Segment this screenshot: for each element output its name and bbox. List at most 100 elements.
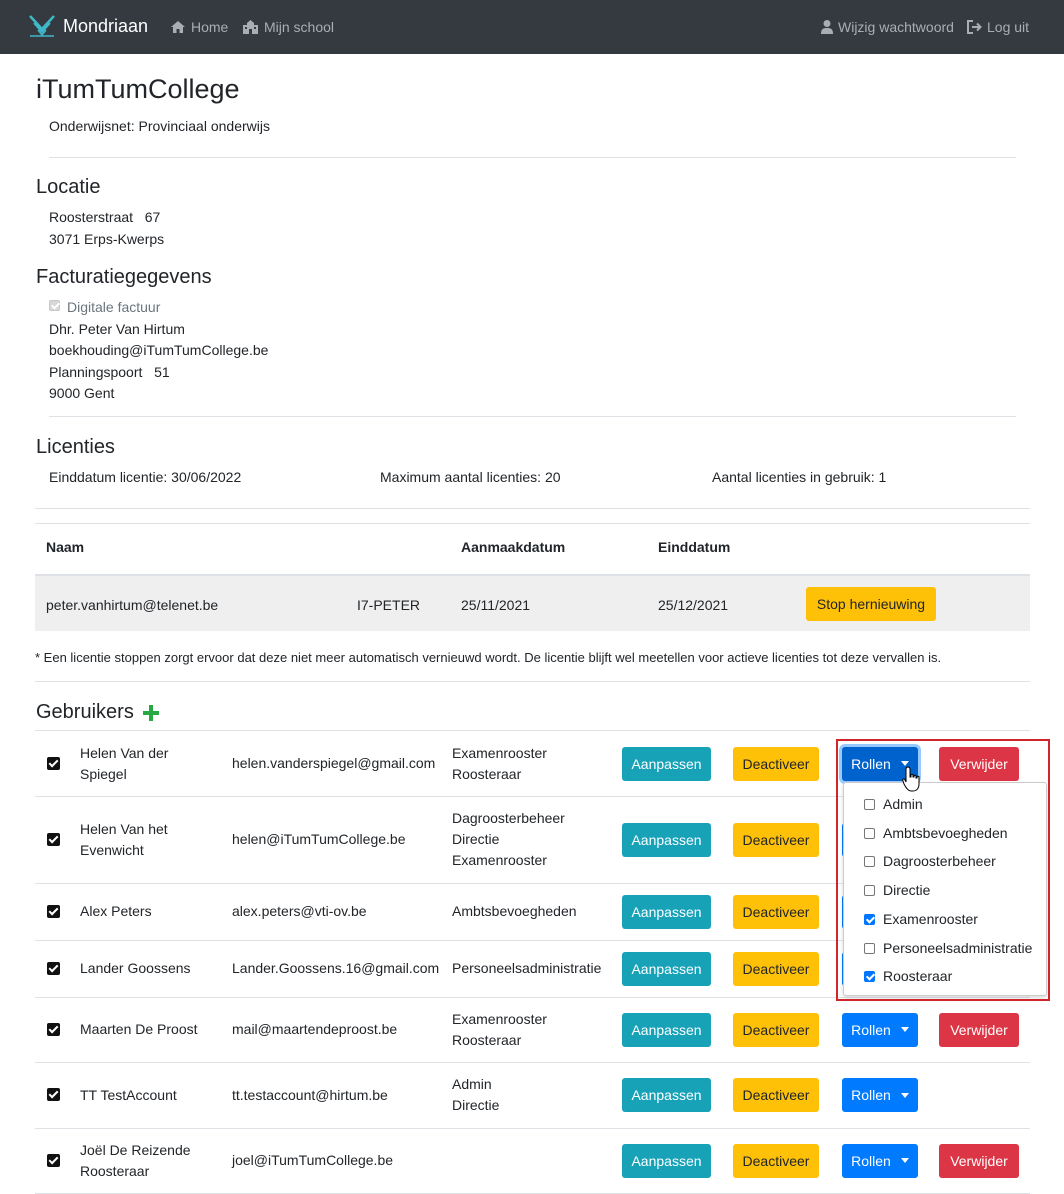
table-top-border bbox=[35, 523, 1030, 524]
user-role: Directie bbox=[452, 1097, 500, 1113]
roles-button-label: Rollen bbox=[851, 1152, 891, 1169]
user-email: mail@maartendeproost.be bbox=[232, 1021, 398, 1037]
licenses-heading: Licenties bbox=[36, 436, 115, 458]
user-name-line: Alex Peters bbox=[80, 903, 152, 919]
home-icon bbox=[171, 21, 185, 33]
digital-invoice-label: Digitale factuur bbox=[67, 299, 161, 315]
col-header-name: Naam bbox=[46, 539, 85, 555]
user-email: tt.testaccount@hirtum.be bbox=[232, 1086, 388, 1103]
license-max: Maximum aantal licenties: 20 bbox=[380, 469, 561, 485]
location-street-number: 67 bbox=[144, 209, 161, 225]
sign-out-icon bbox=[967, 20, 982, 34]
delete-user-button[interactable]: Verwijder bbox=[939, 1012, 1019, 1047]
divider bbox=[35, 681, 1030, 682]
row-divider bbox=[35, 1062, 1030, 1063]
user-email: helen@iTumTumCollege.be bbox=[232, 831, 406, 847]
edit-user-button[interactable]: Aanpassen bbox=[622, 1078, 711, 1112]
brand-name[interactable]: Mondriaan bbox=[63, 16, 148, 37]
user-select-checkbox[interactable] bbox=[47, 1088, 60, 1101]
divider bbox=[35, 730, 1030, 731]
add-user-plus-icon[interactable] bbox=[143, 705, 159, 721]
user-role: Directie bbox=[452, 831, 500, 847]
billing-street-name: Planningspoort bbox=[49, 364, 143, 380]
delete-user-button[interactable]: Verwijder bbox=[939, 1143, 1019, 1178]
billing-street-number: 51 bbox=[154, 364, 170, 380]
roles-button-label: Rollen bbox=[851, 1087, 891, 1103]
user-role: Personeelsadministratie bbox=[452, 960, 602, 976]
billing-email: boekhouding@iTumTumCollege.be bbox=[49, 342, 269, 358]
location-heading: Locatie bbox=[36, 176, 101, 198]
user-role: Admin bbox=[452, 1076, 492, 1092]
license-footnote: * Een licentie stoppen zorgt ervoor dat … bbox=[35, 650, 942, 665]
nav-change-password[interactable]: Wijzig wachtwoord bbox=[821, 19, 954, 35]
billing-contact: Dhr. Peter Van Hirtum bbox=[49, 321, 185, 337]
license-email: peter.vanhirtum@telenet.be bbox=[46, 597, 219, 613]
user-role: Examenrooster bbox=[452, 852, 547, 868]
user-email: alex.peters@vti-ov.be bbox=[232, 903, 367, 919]
roles-dropdown-button[interactable]: Rollen bbox=[842, 1143, 918, 1178]
edit-user-button[interactable]: Aanpassen bbox=[622, 1143, 711, 1178]
user-name-line: Helen Van der bbox=[80, 744, 169, 761]
nav-logout[interactable]: Log uit bbox=[967, 19, 1029, 35]
billing-street: Planningspoort 51 bbox=[49, 364, 170, 380]
user-role: Roosteraar bbox=[452, 1031, 522, 1048]
caret-down-icon bbox=[900, 1158, 909, 1163]
deactivate-user-button[interactable]: Deactiveer bbox=[733, 1012, 819, 1047]
user-role: Ambtsbevoegheden bbox=[452, 903, 577, 919]
deactivate-user-button[interactable]: Deactiveer bbox=[733, 1143, 819, 1178]
edit-user-button[interactable]: Aanpassen bbox=[622, 951, 711, 986]
edit-user-button[interactable]: Aanpassen bbox=[622, 746, 711, 781]
user-name-line: Maarten De Proost bbox=[80, 1021, 198, 1037]
deactivate-user-button[interactable]: Deactiveer bbox=[733, 951, 819, 986]
user-role: Examenrooster bbox=[452, 1010, 547, 1027]
nav-change-password-label: Wijzig wachtwoord bbox=[838, 19, 954, 35]
license-end-date: Einddatum licentie: 30/06/2022 bbox=[49, 469, 242, 485]
user-select-checkbox[interactable] bbox=[47, 961, 60, 975]
location-street-name: Roosterstraat bbox=[49, 209, 134, 225]
deactivate-user-button[interactable]: Deactiveer bbox=[733, 1078, 819, 1112]
user-name-line: Helen Van het bbox=[80, 820, 168, 837]
nav-logout-label: Log uit bbox=[987, 19, 1030, 35]
col-header-created: Aanmaakdatum bbox=[461, 539, 566, 555]
billing-heading: Facturatiegegevens bbox=[36, 266, 212, 288]
stop-renewal-button[interactable]: Stop hernieuwing bbox=[806, 587, 936, 621]
user-name-line: TT TestAccount bbox=[80, 1086, 177, 1103]
highlight-outline bbox=[836, 739, 1050, 1001]
roles-button-label: Rollen bbox=[851, 1021, 891, 1038]
user-name-line: Spiegel bbox=[80, 765, 127, 782]
nav-my-school[interactable]: Mijn school bbox=[242, 19, 334, 35]
user-role: Examenrooster bbox=[452, 744, 547, 761]
caret-down-icon bbox=[900, 1027, 909, 1032]
nav-home-label: Home bbox=[191, 19, 229, 35]
user-select-checkbox[interactable] bbox=[47, 756, 60, 770]
school-icon bbox=[243, 20, 258, 34]
user-name-line: Evenwicht bbox=[80, 841, 144, 858]
deactivate-user-button[interactable]: Deactiveer bbox=[733, 822, 819, 857]
user-email: Lander.Goossens.16@gmail.com bbox=[232, 960, 440, 976]
location-city: 3071 Erps-Kwerps bbox=[49, 231, 165, 247]
user-select-checkbox[interactable] bbox=[47, 904, 60, 918]
edit-user-button[interactable]: Aanpassen bbox=[622, 822, 711, 857]
user-select-checkbox[interactable] bbox=[47, 832, 60, 846]
user-select-checkbox[interactable] bbox=[47, 1153, 60, 1167]
deactivate-user-button[interactable]: Deactiveer bbox=[733, 746, 819, 781]
license-in-use: Aantal licenties in gebruik: 1 bbox=[712, 469, 887, 485]
roles-dropdown-button[interactable]: Rollen bbox=[842, 1078, 918, 1112]
edit-user-button[interactable]: Aanpassen bbox=[622, 894, 711, 929]
mondriaan-logo-icon[interactable] bbox=[28, 13, 56, 39]
school-network: Onderwijsnet: Provinciaal onderwijs bbox=[49, 118, 270, 134]
user-name-line: Lander Goossens bbox=[80, 960, 191, 976]
license-end: 25/12/2021 bbox=[658, 597, 729, 613]
row-divider bbox=[35, 1128, 1030, 1129]
divider bbox=[35, 508, 1030, 509]
roles-dropdown-button[interactable]: Rollen bbox=[842, 1012, 918, 1047]
edit-user-button[interactable]: Aanpassen bbox=[622, 1012, 711, 1047]
deactivate-user-button[interactable]: Deactiveer bbox=[733, 894, 819, 929]
nav-home[interactable]: Home bbox=[170, 19, 228, 35]
divider bbox=[49, 157, 1016, 158]
nav-my-school-label: Mijn school bbox=[264, 19, 335, 35]
location-street: Roosterstraat 67 bbox=[49, 209, 160, 225]
user-select-checkbox[interactable] bbox=[47, 1022, 60, 1036]
user-role: Roosteraar bbox=[452, 765, 522, 782]
digital-invoice-checkbox bbox=[49, 300, 60, 311]
